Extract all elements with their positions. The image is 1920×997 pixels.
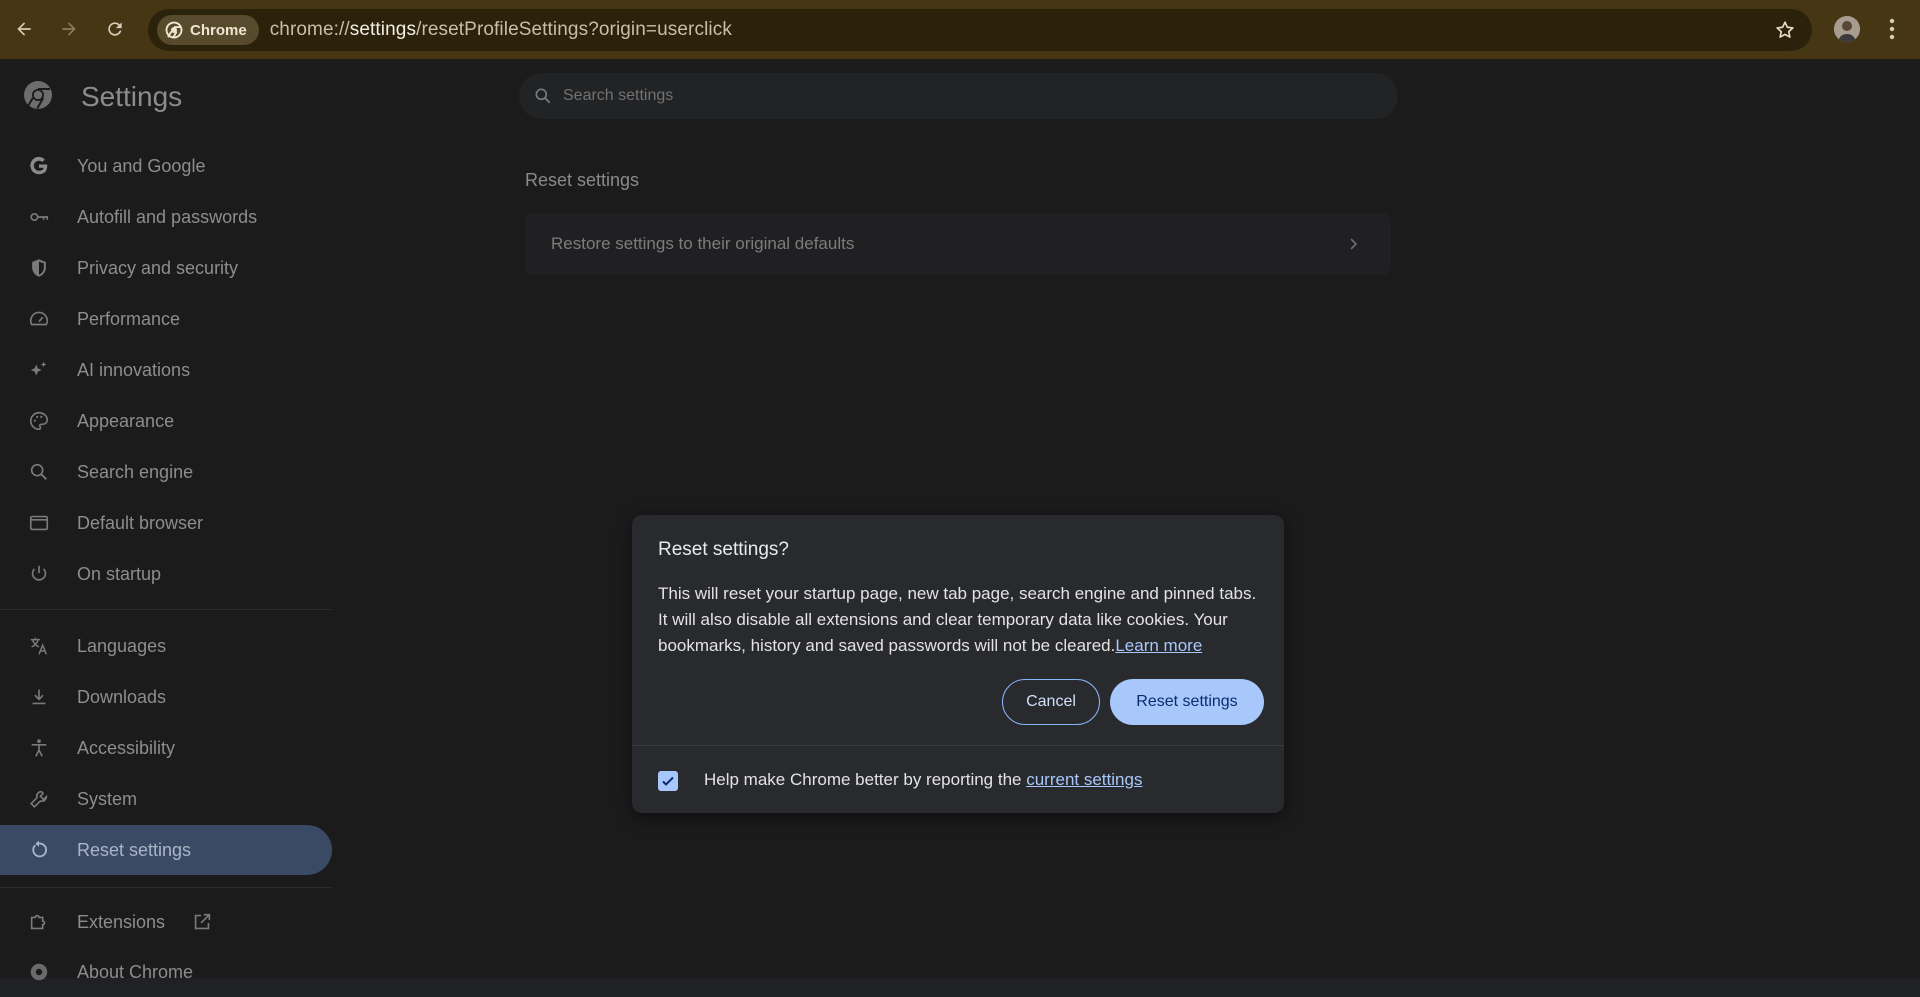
search-input[interactable] [563, 87, 1363, 105]
puzzle-icon [27, 910, 51, 934]
sidebar-item-accessibility[interactable]: Accessibility [0, 723, 332, 773]
chrome-icon [27, 960, 51, 984]
key-icon [27, 205, 51, 229]
browser-window-icon [27, 511, 51, 535]
url-path: /resetProfileSettings?origin=userclick [416, 19, 732, 40]
restore-defaults-row[interactable]: Restore settings to their original defau… [525, 213, 1391, 275]
sidebar-item-label: Reset settings [77, 839, 192, 860]
cancel-button[interactable]: Cancel [1002, 679, 1100, 725]
translate-icon [27, 634, 51, 658]
section-title: Reset settings [525, 170, 640, 190]
url-host: settings [349, 19, 417, 40]
learn-more-link[interactable]: Learn more [1115, 636, 1202, 655]
sidebar-divider [0, 609, 332, 610]
sidebar-item-label: You and Google [77, 155, 206, 176]
wrench-icon [27, 787, 51, 811]
sidebar-item-label: System [77, 788, 138, 809]
arrow-right-icon [62, 22, 76, 36]
sidebar-item-label: Downloads [77, 686, 167, 707]
sidebar-divider [0, 887, 332, 888]
sidebar-item-autofill[interactable]: Autofill and passwords [0, 192, 332, 242]
forward-button[interactable] [55, 15, 83, 43]
sidebar-item-label: Languages [77, 635, 167, 656]
dialog-footer: Help make Chrome better by reporting the… [632, 746, 1284, 813]
sidebar-item-on-startup[interactable]: On startup [0, 549, 332, 599]
google-g-icon [27, 154, 51, 178]
page-title: Settings [81, 81, 183, 112]
speedometer-icon [27, 307, 51, 331]
dialog-body: This will reset your startup page, new t… [658, 581, 1262, 659]
accessibility-icon [27, 736, 51, 760]
sidebar-item-ai-innovations[interactable]: AI innovations [0, 345, 332, 395]
sidebar-item-privacy[interactable]: Privacy and security [0, 243, 332, 293]
sidebar-item-about-chrome[interactable]: About Chrome [0, 947, 332, 997]
restore-defaults-label: Restore settings to their original defau… [551, 234, 855, 253]
settings-page: Settings You and Google Autofill and pas… [0, 59, 1920, 982]
checkmark-icon [662, 776, 674, 786]
sidebar-item-performance[interactable]: Performance [0, 294, 332, 344]
sidebar-item-label: Performance [77, 308, 181, 329]
search-icon [535, 88, 551, 104]
sidebar-item-appearance[interactable]: Appearance [0, 396, 332, 446]
sidebar-item-languages[interactable]: Languages [0, 621, 332, 671]
dialog-title: Reset settings? [658, 539, 789, 560]
sidebar-item-label: Default browser [77, 512, 204, 533]
site-chip[interactable]: Chrome [157, 15, 259, 45]
address-bar[interactable]: Chrome chrome://settings/resetProfileSet… [148, 9, 1812, 51]
sidebar-item-label: Privacy and security [77, 257, 239, 278]
chrome-icon [165, 21, 183, 39]
sidebar-item-search-engine[interactable]: Search engine [0, 447, 332, 497]
chrome-logo-icon [24, 81, 52, 109]
sidebar-item-extensions[interactable]: Extensions [0, 897, 332, 947]
sidebar-item-label: Appearance [77, 410, 175, 431]
sidebar-item-label: On startup [77, 563, 162, 584]
reload-icon [108, 22, 122, 36]
settings-brand: Settings [22, 79, 182, 112]
sidebar-item-label: Search engine [77, 461, 194, 482]
search-icon [27, 460, 51, 484]
sidebar-item-label: Accessibility [77, 737, 176, 758]
arrow-left-icon [17, 22, 31, 36]
sidebar-item-label: Autofill and passwords [77, 206, 258, 227]
reload-button[interactable] [101, 15, 129, 43]
report-settings-label: Help make Chrome better by reporting the… [704, 770, 1142, 790]
person-icon [1834, 16, 1860, 42]
power-icon [27, 562, 51, 586]
bookmark-star-icon[interactable] [1774, 19, 1796, 41]
sidebar-item-you-and-google[interactable]: You and Google [0, 141, 332, 191]
sidebar-item-label: AI innovations [77, 359, 191, 380]
sidebar-item-reset-settings[interactable]: Reset settings [0, 825, 332, 875]
url-prefix: chrome:// [269, 19, 350, 40]
reset-settings-dialog: Reset settings? This will reset your sta… [632, 515, 1284, 813]
chevron-right-icon [1350, 238, 1358, 250]
site-chip-label: Chrome [190, 21, 247, 39]
search-settings[interactable] [519, 73, 1398, 119]
sidebar-item-default-browser[interactable]: Default browser [0, 498, 332, 548]
sidebar-item-label: Extensions [77, 911, 166, 932]
palette-icon [27, 409, 51, 433]
back-button[interactable] [10, 15, 38, 43]
sidebar-item-system[interactable]: System [0, 774, 332, 824]
report-settings-checkbox[interactable] [658, 771, 678, 791]
reset-settings-button[interactable]: Reset settings [1110, 679, 1264, 725]
shield-icon [27, 256, 51, 280]
download-icon [27, 685, 51, 709]
profile-avatar[interactable] [1834, 16, 1860, 42]
current-settings-link[interactable]: current settings [1026, 770, 1142, 789]
sidebar-item-label: About Chrome [77, 961, 194, 982]
sidebar-item-downloads[interactable]: Downloads [0, 672, 332, 722]
sparkle-icon [27, 358, 51, 382]
more-vert-icon[interactable] [1882, 16, 1902, 42]
browser-toolbar: Chrome chrome://settings/resetProfileSet… [0, 0, 1920, 59]
reset-icon [27, 838, 51, 862]
footer-text: Help make Chrome better by reporting the [704, 770, 1027, 789]
open-in-new-icon [194, 913, 211, 930]
url-text[interactable]: chrome://settings/resetProfileSettings?o… [270, 19, 732, 41]
